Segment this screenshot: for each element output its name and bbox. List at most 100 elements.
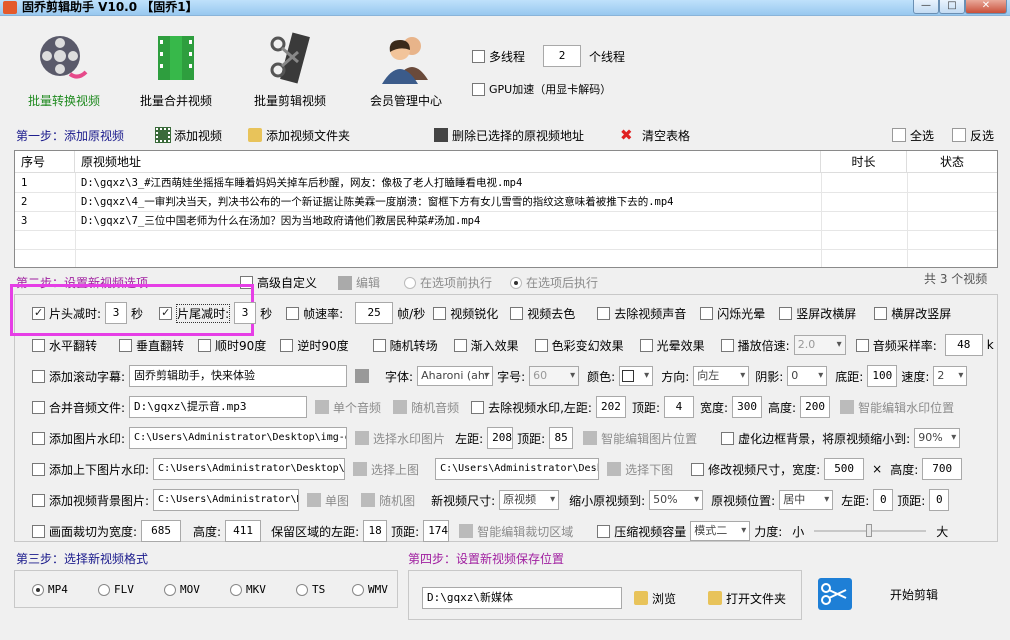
execute-before-option[interactable]: 在选项前执行 — [404, 274, 492, 291]
image-watermark-path-input[interactable]: C:\Users\Administrator\Desktop\img-q — [129, 427, 348, 449]
column-header-no[interactable]: 序号 — [15, 151, 75, 173]
strength-slider[interactable] — [814, 523, 927, 539]
sample-rate-input[interactable]: 48 — [944, 334, 983, 356]
select-all-button[interactable]: 全选 — [892, 123, 934, 147]
batch-convert-button[interactable]: 批量转换视频 — [14, 30, 114, 122]
compress-checkbox[interactable] — [597, 524, 611, 538]
smart-image-button[interactable]: 智能编辑图片位置 — [583, 430, 697, 447]
vflip-checkbox[interactable] — [119, 338, 133, 352]
execute-after-option[interactable]: 在选项后执行 — [510, 274, 598, 291]
table-row-no[interactable]: 1 — [21, 174, 27, 193]
merge-audio-checkbox[interactable] — [32, 400, 45, 414]
tail-cut-checkbox[interactable] — [159, 306, 173, 320]
image-watermark-checkbox[interactable] — [32, 431, 45, 445]
column-header-status[interactable]: 状态 — [907, 151, 997, 173]
table-row-no[interactable]: 2 — [21, 193, 27, 212]
format-flv-radio[interactable] — [98, 583, 110, 596]
shrink-select[interactable]: 50% — [649, 490, 704, 510]
format-ts-radio[interactable] — [296, 583, 308, 596]
crop-checkbox[interactable] — [32, 524, 45, 538]
flash-checkbox[interactable] — [700, 306, 714, 320]
edit-icon[interactable] — [355, 369, 370, 383]
browse-button[interactable]: 浏览 — [634, 586, 676, 610]
thread-count-input[interactable]: 2 — [543, 45, 582, 67]
single-audio-button[interactable]: 单个音频 — [315, 399, 381, 416]
format-mp4-radio[interactable] — [32, 583, 44, 596]
fps-checkbox[interactable] — [286, 306, 300, 320]
wm-height-input[interactable]: 200 — [800, 396, 831, 418]
top-bottom-image-checkbox[interactable] — [32, 462, 45, 476]
single-image-button[interactable]: 单图 — [307, 492, 349, 509]
smart-watermark-button[interactable]: 智能编辑水印位置 — [840, 399, 954, 416]
background-path-input[interactable]: C:\Users\Administrator\D — [153, 489, 300, 511]
column-header-path[interactable]: 原视频地址 — [75, 151, 821, 173]
video-table[interactable]: 序号 原视频地址 时长 状态 1 D:\gqxz\3_#江西萌娃坐摇摇车睡着妈妈… — [14, 150, 998, 268]
shadow-select[interactable]: 0 — [787, 366, 828, 386]
remove-watermark-checkbox[interactable] — [471, 400, 485, 414]
scroll-speed-select[interactable]: 2 — [933, 366, 968, 386]
background-image-checkbox[interactable] — [32, 493, 45, 507]
new-size-select[interactable]: 原视频 — [499, 490, 560, 510]
format-mov-radio[interactable] — [164, 583, 176, 596]
batch-merge-button[interactable]: 批量合并视频 — [126, 30, 226, 122]
minimize-button[interactable]: — — [913, 0, 939, 14]
img-top-input[interactable]: 85 — [549, 427, 574, 449]
crop-height-input[interactable]: 411 — [225, 520, 262, 542]
bg-top-input[interactable]: 0 — [929, 489, 950, 511]
table-row-no[interactable]: 3 — [21, 212, 27, 231]
open-folder-button[interactable]: 打开文件夹 — [708, 586, 786, 610]
wm-top-input[interactable]: 4 — [663, 396, 694, 418]
wm-width-input[interactable]: 300 — [732, 396, 763, 418]
start-clip-button[interactable]: 开始剪辑 — [890, 586, 938, 603]
crop-top-input[interactable]: 174 — [423, 520, 450, 542]
save-path-input[interactable]: D:\gqxz\新媒体 — [422, 587, 622, 609]
position-select[interactable]: 居中 — [779, 490, 834, 510]
table-row-path[interactable]: D:\gqxz\3_#江西萌娃坐摇摇车睡着妈妈关掉车后秒醒，网友：像极了老人打瞌… — [81, 174, 817, 193]
direction-select[interactable]: 向左 — [693, 366, 750, 386]
scissors-icon[interactable] — [818, 578, 852, 610]
top-image-path-input[interactable]: C:\Users\Administrator\Desktop\i — [153, 458, 346, 480]
font-select[interactable]: Aharoni (ahr — [417, 366, 494, 386]
img-left-input[interactable]: 208 — [487, 427, 514, 449]
light-fx-checkbox[interactable] — [639, 338, 653, 352]
mode-select[interactable]: 模式二 — [690, 521, 751, 541]
blur-background-checkbox[interactable] — [721, 431, 735, 445]
add-folder-button[interactable]: 添加视频文件夹 — [248, 123, 350, 147]
scroll-text-input[interactable]: 固乔剪辑助手，快来体验 — [129, 365, 348, 387]
scroll-text-checkbox[interactable] — [32, 369, 45, 383]
table-row-path[interactable]: D:\gqxz\4_一审判决当天，判决书公布的一个新证据让陈美霖一度崩溃：窗框下… — [81, 193, 817, 212]
delete-selected-button[interactable]: 删除已选择的原视频地址 — [434, 123, 584, 147]
crop-width-input[interactable]: 685 — [141, 520, 182, 542]
add-video-button[interactable]: 添加视频 — [155, 123, 222, 147]
pick-watermark-button[interactable]: 选择水印图片 — [355, 430, 445, 447]
color-select[interactable] — [619, 366, 654, 386]
sample-rate-checkbox[interactable] — [855, 338, 869, 352]
format-mkv-radio[interactable] — [230, 583, 242, 596]
decolor-checkbox[interactable] — [510, 306, 524, 320]
pick-bottom-image-button[interactable]: 选择下图 — [607, 461, 673, 478]
rot90ccw-checkbox[interactable] — [280, 338, 294, 352]
fade-in-checkbox[interactable] — [453, 338, 467, 352]
slider-thumb[interactable] — [866, 524, 873, 537]
invert-select-button[interactable]: 反选 — [952, 123, 994, 147]
bottom-image-path-input[interactable]: C:\Users\Administrator\Desk — [435, 458, 600, 480]
wm-left-input[interactable]: 202 — [595, 396, 626, 418]
tail-cut-input[interactable]: 3 — [234, 302, 257, 324]
head-cut-checkbox[interactable] — [32, 306, 45, 320]
execute-before-radio[interactable] — [404, 276, 416, 289]
blur-scale-select[interactable]: 90% — [914, 428, 961, 448]
hflip-checkbox[interactable] — [32, 338, 45, 352]
rot90-checkbox[interactable] — [198, 338, 212, 352]
maximize-button[interactable]: □ — [939, 0, 965, 14]
bg-left-input[interactable]: 0 — [873, 489, 894, 511]
close-button[interactable]: ✕ — [965, 0, 1007, 14]
execute-after-radio[interactable] — [510, 276, 522, 289]
pick-top-image-button[interactable]: 选择上图 — [353, 461, 419, 478]
fps-input[interactable]: 25 — [355, 302, 394, 324]
mute-checkbox[interactable] — [597, 306, 611, 320]
speed-select[interactable]: 2.0 — [793, 335, 846, 355]
color-fx-checkbox[interactable] — [534, 338, 548, 352]
format-wmv-radio[interactable] — [352, 583, 364, 596]
font-size-select[interactable]: 60 — [529, 366, 580, 386]
random-image-button[interactable]: 随机图 — [361, 492, 415, 509]
